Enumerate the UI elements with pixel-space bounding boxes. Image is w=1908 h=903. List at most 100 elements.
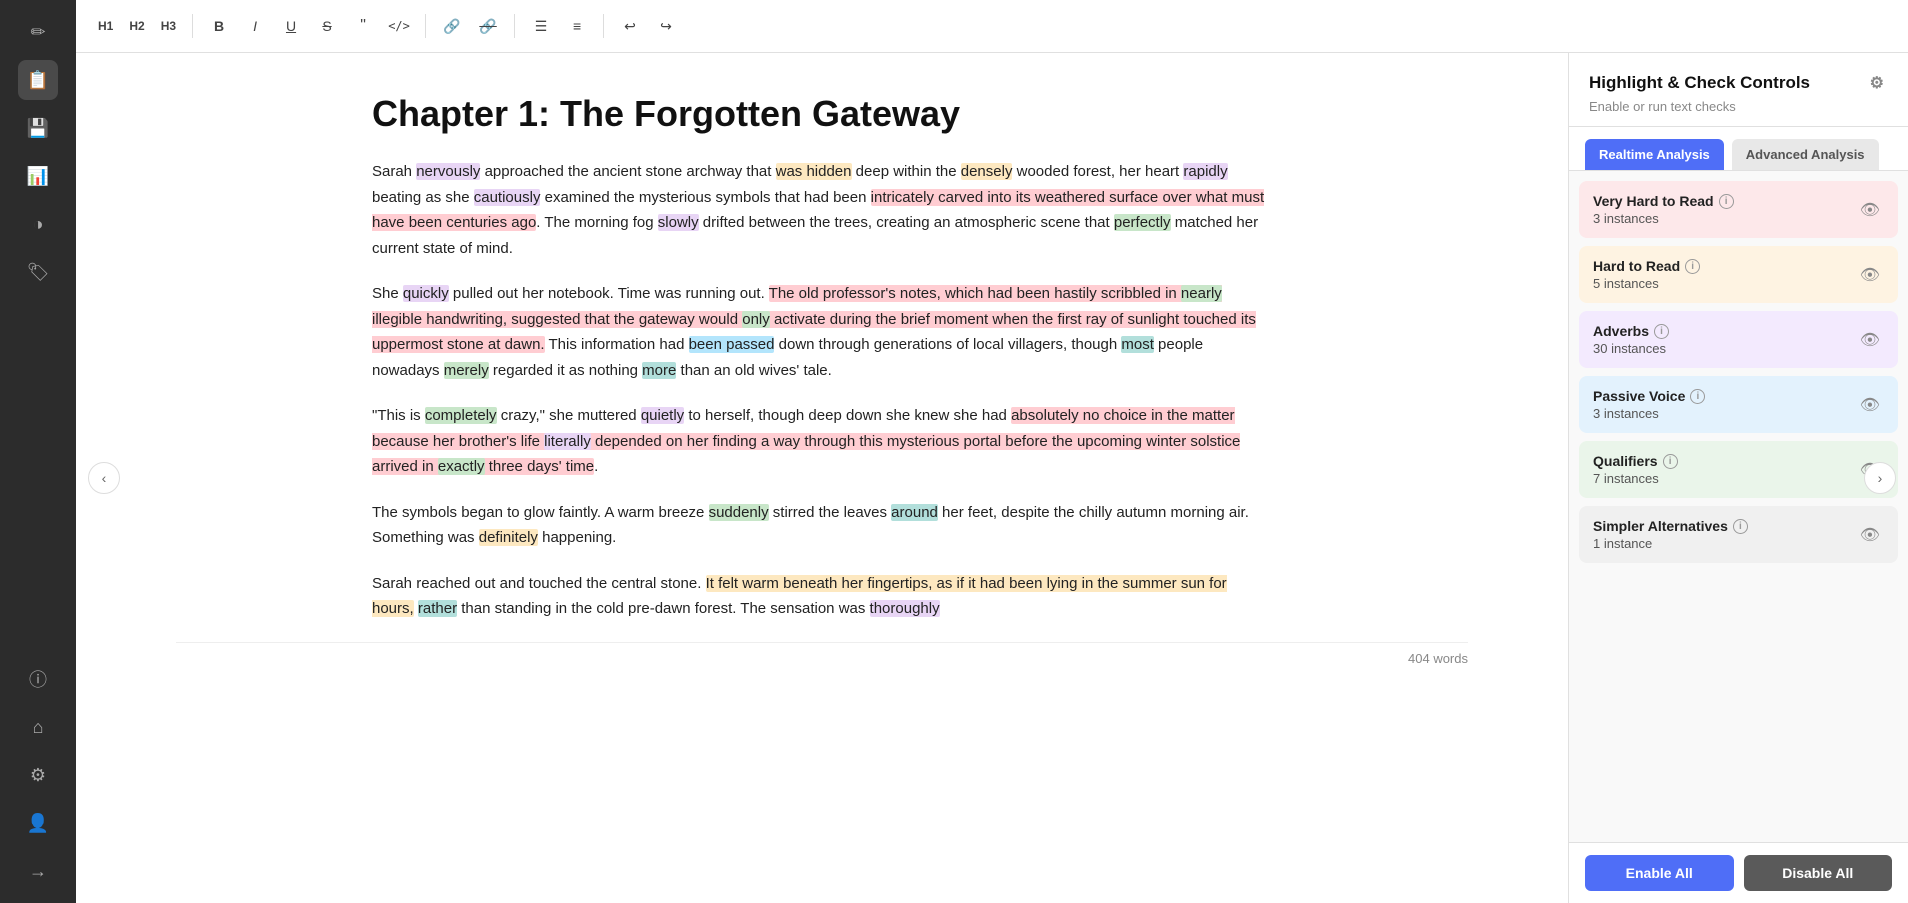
check-simpler: Simpler Alternatives i 1 instance 👁 [1579, 506, 1898, 563]
check-very-hard-count: 3 instances [1593, 211, 1734, 226]
adverbs-eye-button[interactable]: 👁 [1856, 326, 1884, 354]
paragraph-2[interactable]: She quickly pulled out her notebook. Tim… [372, 281, 1272, 383]
check-qualifiers: Qualifiers i 7 instances 👁 [1579, 441, 1898, 498]
qualifiers-info-icon[interactable]: i [1663, 454, 1678, 469]
simpler-alt-highlight: most [1121, 336, 1154, 353]
simpler-alt-highlight-3: around [891, 504, 938, 521]
link-button[interactable]: 🔗 [436, 10, 468, 42]
very-hard-eye-button[interactable]: 👁 [1856, 196, 1884, 224]
hard-info-icon[interactable]: i [1685, 259, 1700, 274]
arrow-right-icon[interactable]: → [18, 851, 58, 891]
undo-button[interactable]: ↩ [614, 10, 646, 42]
qualifier-highlight-6: exactly [438, 458, 485, 475]
passive-info-icon[interactable]: i [1690, 389, 1705, 404]
chart-icon[interactable]: 📊 [18, 156, 58, 196]
check-hard-name: Hard to Read i [1593, 258, 1700, 274]
editor-scroll: Chapter 1: The Forgotten Gateway Sarah n… [76, 53, 1568, 903]
prev-page-button[interactable]: ‹ [88, 462, 120, 494]
separator-4 [603, 14, 604, 38]
underline-button[interactable]: U [275, 10, 307, 42]
tab-advanced[interactable]: Advanced Analysis [1732, 139, 1879, 170]
panel-subtitle: Enable or run text checks [1589, 99, 1888, 114]
qualifier-highlight-2: nearly [1181, 285, 1222, 302]
adverb-highlight-3: cautiously [474, 189, 541, 206]
h2-button[interactable]: H2 [123, 15, 150, 37]
save-icon[interactable]: 💾 [18, 108, 58, 148]
enable-all-button[interactable]: Enable All [1585, 855, 1734, 891]
italic-button[interactable]: I [239, 10, 271, 42]
strikethrough-button[interactable]: S [311, 10, 343, 42]
editor-content[interactable]: Chapter 1: The Forgotten Gateway Sarah n… [372, 93, 1272, 622]
qualifier-highlight: perfectly [1114, 214, 1171, 231]
check-adverbs-name: Adverbs i [1593, 323, 1669, 339]
simpler-eye-button[interactable]: 👁 [1856, 521, 1884, 549]
check-simpler-name: Simpler Alternatives i [1593, 518, 1748, 534]
very-hard-highlight-3: absolutely no choice in the matter becau… [372, 407, 1240, 475]
home-icon[interactable]: ⌂ [18, 707, 58, 747]
check-simpler-count: 1 instance [1593, 536, 1748, 551]
unlink-button[interactable]: 🔗 [472, 10, 504, 42]
right-panel: Highlight & Check Controls ⚙ Enable or r… [1568, 53, 1908, 903]
check-passive-count: 3 instances [1593, 406, 1705, 421]
code-button[interactable]: </> [383, 10, 415, 42]
adverbs-info-icon[interactable]: i [1654, 324, 1669, 339]
main-area: H1 H2 H3 B I U S " </> 🔗 🔗 ☰ ≡ ↩ ↪ ‹ Cha… [76, 0, 1908, 903]
user-icon[interactable]: 👤 [18, 803, 58, 843]
check-adverbs: Adverbs i 30 instances 👁 [1579, 311, 1898, 368]
adverb-highlight-4: slowly [658, 214, 699, 231]
document-icon[interactable]: 📋 [18, 60, 58, 100]
toolbar: H1 H2 H3 B I U S " </> 🔗 🔗 ☰ ≡ ↩ ↪ [76, 0, 1908, 53]
simpler-alt-highlight-2: more [642, 362, 676, 379]
next-page-button[interactable]: › [1864, 462, 1896, 494]
panel-title-text: Highlight & Check Controls [1589, 73, 1810, 93]
tag-icon[interactable]: 🏷 [18, 252, 58, 292]
paragraph-3[interactable]: "This is completely crazy," she muttered… [372, 403, 1272, 480]
paragraph-5[interactable]: Sarah reached out and touched the centra… [372, 571, 1272, 622]
pie-chart-icon[interactable]: ◑ [18, 204, 58, 244]
separator-3 [514, 14, 515, 38]
simpler-alt-highlight-4: rather [418, 600, 457, 617]
hard-read-highlight-3: definitely [479, 529, 538, 546]
check-qualifiers-count: 7 instances [1593, 471, 1678, 486]
qualifier-highlight-3: only [742, 311, 770, 328]
sidebar: ✏ 📋 💾 📊 ◑ 🏷 ⓘ ⌂ ⚙ 👤 → [0, 0, 76, 903]
ol-button[interactable]: ≡ [561, 10, 593, 42]
very-hard-info-icon[interactable]: i [1719, 194, 1734, 209]
edit-icon[interactable]: ✏ [18, 12, 58, 52]
adverb-highlight-8: thoroughly [870, 600, 940, 617]
qualifier-highlight-5: completely [425, 407, 497, 424]
check-passive: Passive Voice i 3 instances 👁 [1579, 376, 1898, 433]
check-adverbs-count: 30 instances [1593, 341, 1669, 356]
h1-button[interactable]: H1 [92, 15, 119, 37]
separator-1 [192, 14, 193, 38]
hard-read-highlight-2: densely [961, 163, 1013, 180]
h3-button[interactable]: H3 [155, 15, 182, 37]
editor-container: ‹ Chapter 1: The Forgotten Gateway Sarah… [76, 53, 1908, 903]
disable-all-button[interactable]: Disable All [1744, 855, 1893, 891]
adverb-highlight-6: quietly [641, 407, 684, 424]
adverb-highlight-7: literally [544, 433, 591, 450]
panel-items: Very Hard to Read i 3 instances 👁 Hard t… [1569, 171, 1908, 842]
panel-settings-icon[interactable]: ⚙ [1866, 69, 1888, 97]
passive-eye-button[interactable]: 👁 [1856, 391, 1884, 419]
simpler-info-icon[interactable]: i [1733, 519, 1748, 534]
tab-realtime[interactable]: Realtime Analysis [1585, 139, 1724, 170]
panel-footer: Enable All Disable All [1569, 842, 1908, 903]
info-icon[interactable]: ⓘ [18, 659, 58, 699]
adverb-highlight: nervously [416, 163, 480, 180]
hard-eye-button[interactable]: 👁 [1856, 261, 1884, 289]
paragraph-4[interactable]: The symbols began to glow faintly. A war… [372, 500, 1272, 551]
hard-read-highlight: was hidden [776, 163, 852, 180]
passive-highlight: been passed [689, 336, 775, 353]
quote-button[interactable]: " [347, 10, 379, 42]
check-passive-name: Passive Voice i [1593, 388, 1705, 404]
check-hard: Hard to Read i 5 instances 👁 [1579, 246, 1898, 303]
ul-button[interactable]: ☰ [525, 10, 557, 42]
redo-button[interactable]: ↪ [650, 10, 682, 42]
bold-button[interactable]: B [203, 10, 235, 42]
doc-title: Chapter 1: The Forgotten Gateway [372, 93, 1272, 135]
settings-icon[interactable]: ⚙ [18, 755, 58, 795]
qualifier-highlight-7: suddenly [709, 504, 769, 521]
check-very-hard: Very Hard to Read i 3 instances 👁 [1579, 181, 1898, 238]
paragraph-1[interactable]: Sarah nervously approached the ancient s… [372, 159, 1272, 261]
